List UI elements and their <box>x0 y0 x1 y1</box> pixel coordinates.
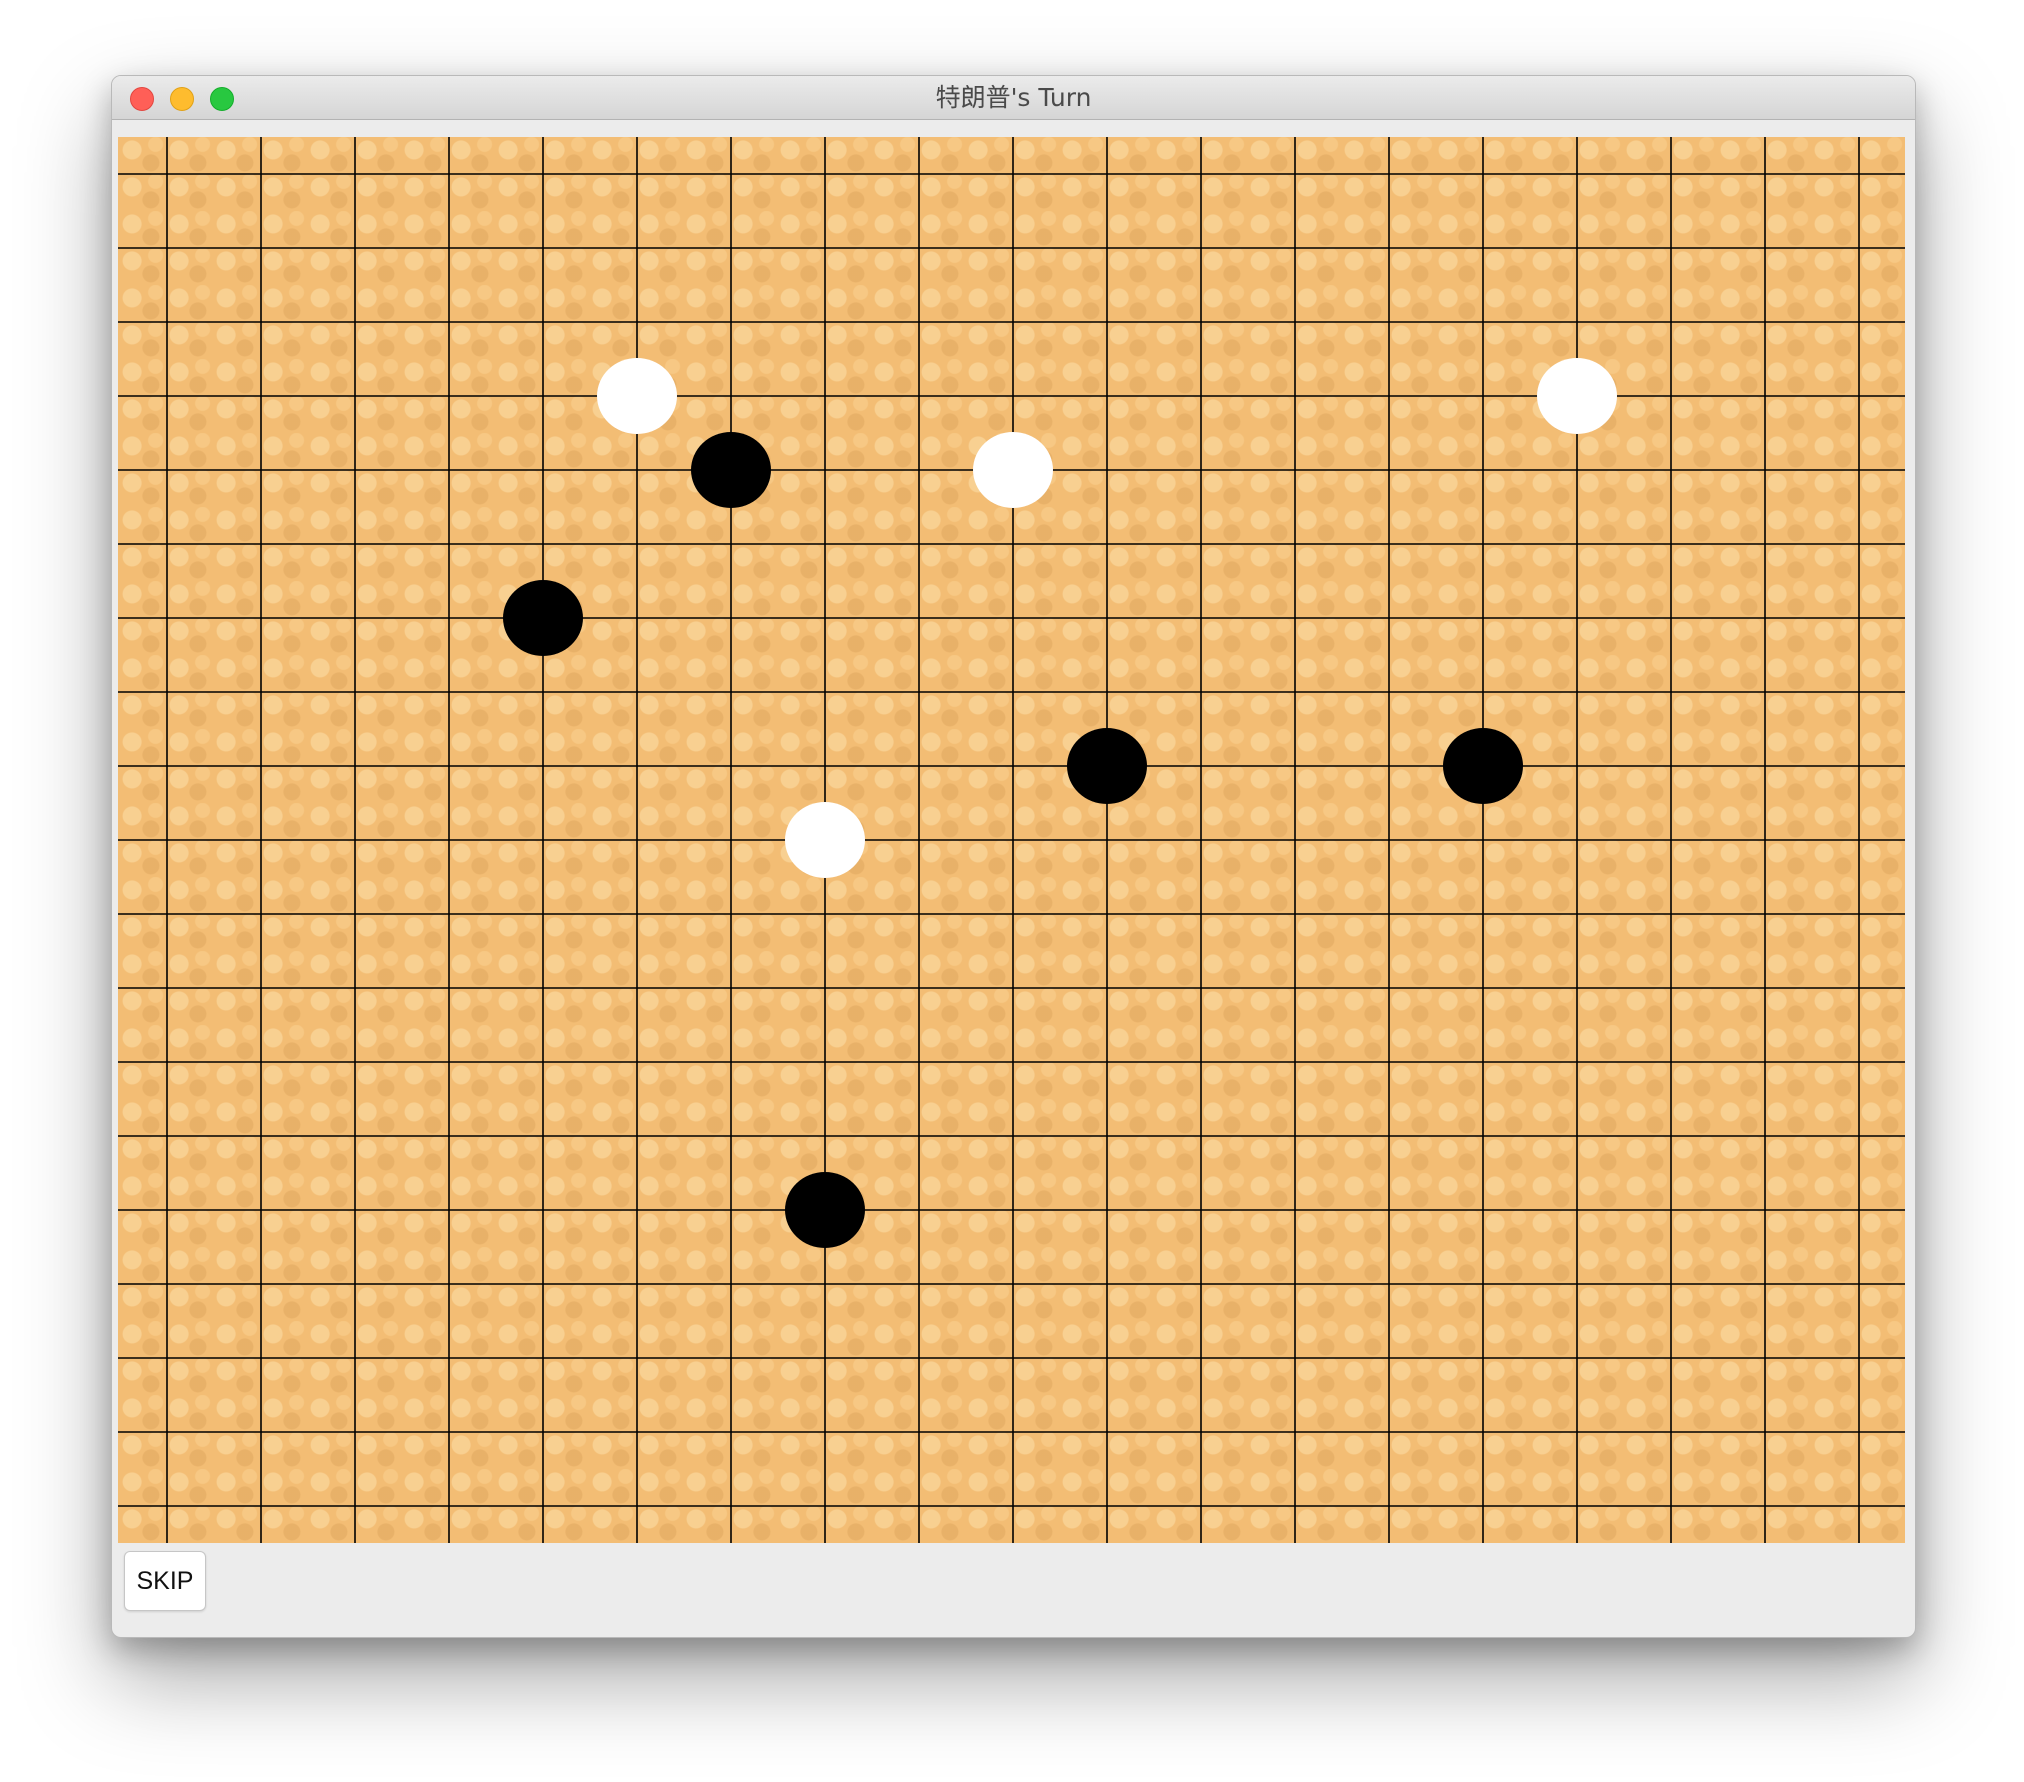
window-title: 特朗普's Turn <box>935 83 1092 112</box>
game-window: 特朗普's Turn SKIP <box>111 75 1916 1638</box>
white-stone <box>973 432 1053 508</box>
black-stone <box>785 1172 865 1248</box>
board-grid <box>118 137 1905 1543</box>
black-stone <box>691 432 771 508</box>
white-stone <box>785 802 865 878</box>
white-stone <box>597 358 677 434</box>
black-stone <box>1067 728 1147 804</box>
black-stone <box>503 580 583 656</box>
black-stone <box>1443 728 1523 804</box>
go-board[interactable] <box>118 137 1905 1543</box>
white-stone <box>1537 358 1617 434</box>
skip-button[interactable]: SKIP <box>124 1551 206 1611</box>
title-bar[interactable]: 特朗普's Turn <box>112 76 1915 120</box>
